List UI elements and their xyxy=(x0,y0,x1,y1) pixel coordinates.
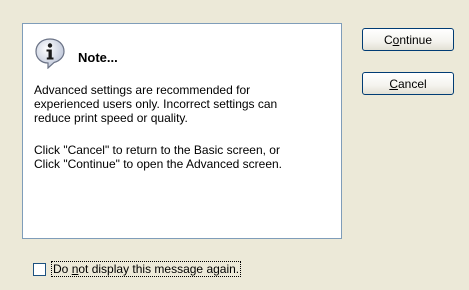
continue-label-pre: C xyxy=(383,32,393,47)
note-title: Note... xyxy=(78,49,118,65)
cancel-label-post: ancel xyxy=(397,76,427,91)
checkbox-label-pre: Do xyxy=(53,262,72,276)
continue-label-post: ntinue xyxy=(399,32,433,47)
dont-show-again-checkbox[interactable] xyxy=(33,262,46,276)
dont-show-again-row[interactable]: Do not display this message again. xyxy=(33,261,242,277)
note-paragraph-instructions: Click "Cancel" to return to the Basic sc… xyxy=(34,143,283,171)
info-icon xyxy=(34,37,66,70)
continue-button[interactable]: Co ntinue xyxy=(362,28,454,51)
dont-show-again-label[interactable]: Do not display this message again. xyxy=(51,261,242,277)
cancel-button[interactable]: Cancel xyxy=(362,72,454,95)
advanced-settings-note-dialog: Note... Advanced settings are recommende… xyxy=(0,0,469,290)
message-panel: Note... Advanced settings are recommende… xyxy=(22,23,342,239)
note-header: Note... xyxy=(34,37,118,70)
cancel-label-mnemonic: C xyxy=(389,76,398,91)
note-paragraph-warning: Advanced settings are recommended for ex… xyxy=(34,83,278,125)
checkbox-label-post: ot display this message again. xyxy=(78,262,240,276)
continue-label-mnemonic: o xyxy=(392,32,400,47)
